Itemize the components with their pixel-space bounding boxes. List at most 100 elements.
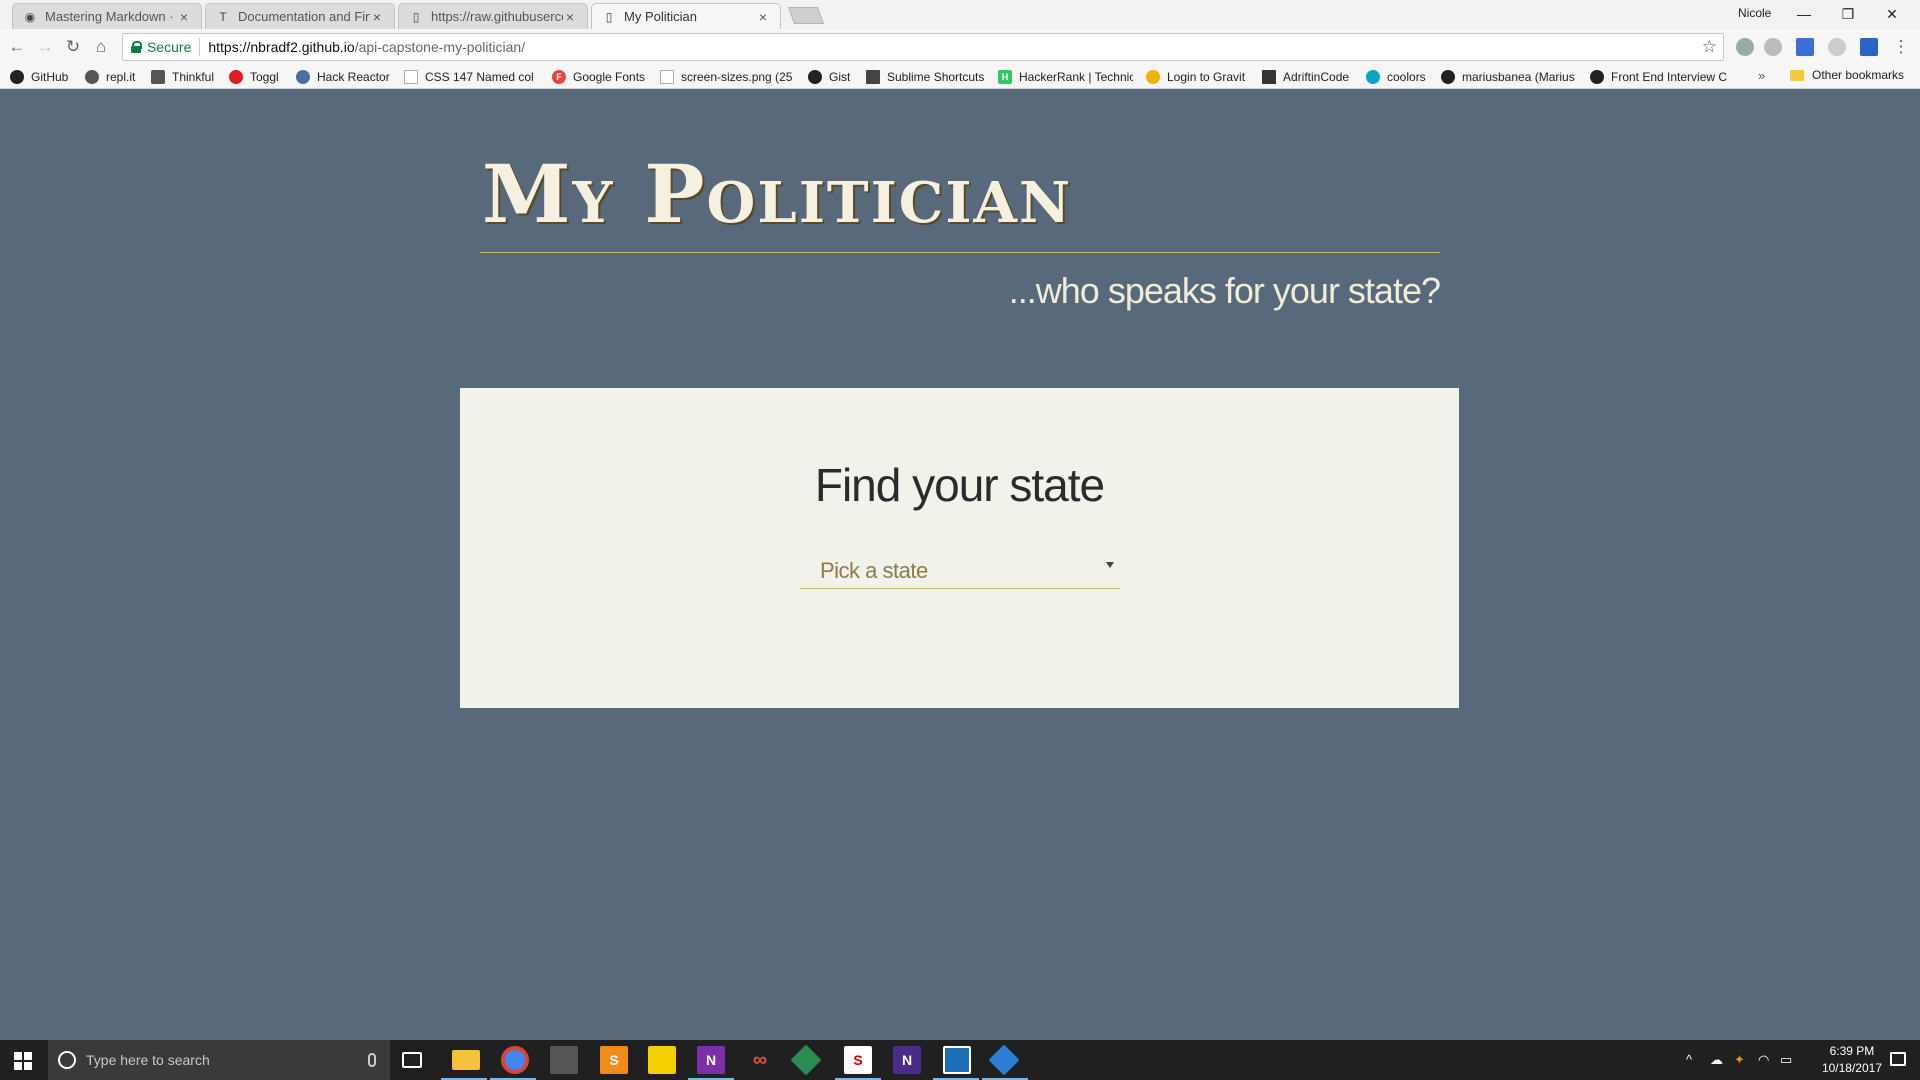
reload-icon[interactable]: ↻ [62,36,84,58]
hack-reactor-icon [296,70,310,84]
close-icon[interactable]: × [370,9,384,25]
bookmark-label: CSS 147 Named colo [425,70,534,84]
close-icon[interactable]: × [756,9,770,25]
bookmark-screen-sizes[interactable]: screen-sizes.png (25 [660,68,795,86]
bookmark-github[interactable]: GitHub [10,68,78,86]
back-icon[interactable]: ← [6,36,28,58]
notepad-icon[interactable] [943,1046,971,1074]
microphone-icon[interactable] [368,1053,376,1067]
gravit-icon [1146,70,1160,84]
page-icon: ▯ [605,9,613,24]
tab-documentation[interactable]: T Documentation and Fina × [205,3,395,29]
profile-name[interactable]: Nicole [1738,6,1771,20]
bookmark-replit[interactable]: repl.it [85,68,141,86]
restore-button[interactable]: ❐ [1826,3,1870,25]
card-heading: Find your state [814,459,1105,511]
onenote-icon[interactable]: N [697,1046,725,1074]
battery-icon[interactable]: ▭ [1780,1052,1792,1068]
bookmark-label: screen-sizes.png (25 [681,70,793,84]
close-icon[interactable]: × [177,9,191,25]
bookmarks-bar: GitHub repl.it Thinkful Toggl Hack React… [0,65,1920,89]
github-icon [1441,70,1455,84]
bookmark-gravit[interactable]: Login to Gravit [1146,68,1252,86]
other-bookmarks[interactable]: Other bookmarks [1790,68,1904,82]
url-host: https://nbradf2.github.io [208,39,355,55]
wifi-icon[interactable]: ◠ [1758,1052,1769,1068]
bookmark-gist[interactable]: Gist [808,68,860,86]
thinkful-extension-icon[interactable] [1796,38,1814,56]
state-select[interactable]: Pick a state [800,546,1120,589]
extension-icon[interactable] [1860,38,1878,56]
hackerrank-icon: H [998,70,1012,84]
infinity-icon[interactable]: ∞ [746,1046,774,1074]
bookmark-thinkful[interactable]: Thinkful [151,68,221,86]
bookmark-coolors[interactable]: coolors [1366,68,1434,86]
sourcetree-icon[interactable] [988,1044,1020,1076]
action-center-icon[interactable] [1890,1052,1906,1066]
browser-toolbar: ← → ↻ ⌂ Secure https://nbradf2.github.io… [0,29,1920,65]
github-icon [1590,70,1604,84]
tab-title: Mastering Markdown · G [45,9,177,24]
bookmark-google-fonts[interactable]: F Google Fonts [552,68,650,86]
divider [199,38,201,56]
cloud-icon[interactable]: ☁ [1710,1052,1723,1068]
page-content: My Politician ...who speaks for your sta… [0,90,1920,1040]
folder-icon [1790,69,1804,81]
bookmark-hack-reactor[interactable]: Hack Reactor [296,68,396,86]
close-window-button[interactable]: ✕ [1870,3,1914,25]
close-icon[interactable]: × [563,9,577,25]
extension-icon[interactable] [1764,38,1782,56]
security-label: Secure [147,39,192,55]
bookmark-front-end-interview[interactable]: Front End Interview C [1590,68,1730,86]
notion-icon[interactable]: N [893,1046,921,1074]
bookmark-label: Thinkful [172,70,215,84]
title-divider [480,252,1440,253]
menu-icon[interactable]: ⋮ [1890,36,1912,58]
state-select-placeholder: Pick a state [820,558,928,583]
bookmark-hackerrank[interactable]: H HackerRank | Technic [998,68,1133,86]
slides-icon[interactable]: S [844,1046,872,1074]
tab-mastering-markdown[interactable]: ◉ Mastering Markdown · G × [12,3,202,29]
windows-taskbar: Type here to search S N ∞ S N ^ ☁ ✦ ◠ ▭ … [0,1040,1920,1080]
forward-icon[interactable]: → [34,36,56,58]
sticky-notes-icon[interactable] [648,1046,676,1074]
bookmark-label: AdriftinCode [1283,70,1350,84]
extension-icon[interactable] [1828,38,1846,56]
url-path: /api-capstone-my-politician/ [354,39,526,55]
lock-icon [131,41,142,53]
windows-start-icon[interactable] [14,1052,32,1070]
bookmark-adriftincode[interactable]: AdriftinCode [1262,68,1356,86]
address-bar[interactable]: Secure https://nbradf2.github.io/api-cap… [122,33,1724,61]
bookmark-label: HackerRank | Technic [1019,70,1133,84]
site-title: My Politician [482,147,1073,241]
minimize-button[interactable]: — [1782,3,1826,25]
bookmark-star-icon[interactable]: ☆ [1702,37,1717,57]
bookmark-toggl[interactable]: Toggl [229,68,291,86]
home-icon[interactable]: ⌂ [90,36,112,58]
tab-my-politician[interactable]: ▯ My Politician × [591,3,781,29]
taskbar-search[interactable]: Type here to search [48,1040,390,1080]
calculator-icon[interactable] [550,1046,578,1074]
adriftincode-icon [1262,70,1276,84]
more-bookmarks-chevron-icon[interactable]: » [1758,68,1765,83]
google-fonts-icon: F [552,70,566,84]
new-tab-button[interactable] [787,7,825,24]
thinkful-icon [151,70,165,84]
task-view-icon[interactable] [402,1052,422,1068]
gitkraken-icon[interactable] [790,1044,822,1076]
state-finder-card: Find your state Pick a state [460,388,1459,708]
bookmark-label: Login to Gravit [1167,70,1246,84]
tab-raw-githubusercontent[interactable]: ▯ https://raw.githubuserco × [398,3,588,29]
file-explorer-icon[interactable] [452,1050,480,1070]
app-tray-icon[interactable]: ✦ [1734,1052,1745,1068]
chrome-icon[interactable] [501,1046,529,1074]
page-icon [660,70,674,84]
sublime-text-icon[interactable]: S [600,1046,628,1074]
bookmark-mariusbanea[interactable]: mariusbanea (Marius [1441,68,1576,86]
bookmark-sublime-shortcuts[interactable]: Sublime Shortcuts [866,68,988,86]
page-icon [404,70,418,84]
show-hidden-icons-chevron-icon[interactable]: ^ [1686,1052,1692,1067]
extension-icon[interactable] [1736,38,1754,56]
taskbar-clock[interactable]: 6:39 PM 10/18/2017 [1822,1043,1882,1077]
bookmark-css-named-colors[interactable]: CSS 147 Named colo [404,68,534,86]
